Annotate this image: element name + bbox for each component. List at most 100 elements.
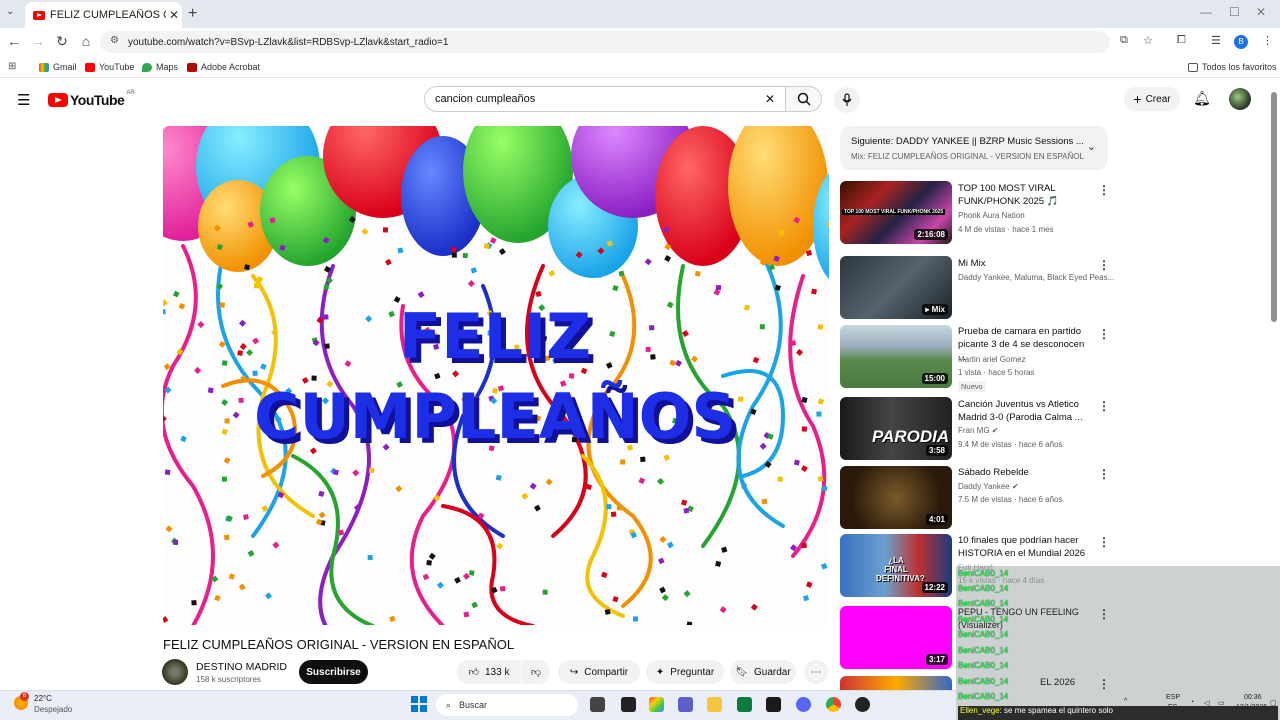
voice-search-button[interactable]: [834, 87, 860, 113]
language-indicator[interactable]: ESP: [1166, 694, 1180, 701]
video-player[interactable]: FELIZ FELIZ CUMPLEAÑOS CUMPLEAÑOS: [163, 126, 829, 625]
chevron-up-icon[interactable]: ^: [1124, 698, 1127, 705]
chrome-menu-icon[interactable]: ⋮: [1262, 34, 1273, 47]
discord-icon[interactable]: [796, 697, 811, 712]
tab-search-icon[interactable]: ⌄: [6, 6, 14, 17]
search-button[interactable]: [786, 86, 822, 112]
ask-button[interactable]: ✦ Preguntar: [646, 660, 724, 684]
widgets-icon[interactable]: [621, 697, 636, 712]
bookmark-star-icon[interactable]: ☆: [1143, 34, 1153, 47]
reload-icon[interactable]: ↻: [54, 33, 70, 50]
windows-start-icon[interactable]: [411, 696, 427, 712]
save-button[interactable]: 🔖︎ Guardar: [730, 660, 796, 684]
close-tab-icon[interactable]: ✕: [166, 8, 182, 22]
notifications-bell-icon[interactable]: 🔔︎: [1193, 90, 1211, 107]
video-thumbnail[interactable]: ▸ Mix: [840, 256, 952, 319]
video-item-title[interactable]: Sábado Rebelde: [958, 466, 1092, 479]
video-item-title[interactable]: Canción Juventus vs Atletico Madrid 3-0 …: [958, 398, 1092, 424]
maximize-icon[interactable]: ☐: [1229, 5, 1240, 19]
account-avatar[interactable]: [1229, 88, 1251, 110]
search-input[interactable]: cancion cumpleaños ✕: [424, 86, 786, 112]
browser-tab[interactable]: FELIZ CUMPLEAÑOS ORIGINAL ✕: [25, 2, 182, 28]
create-button[interactable]: + Crear: [1124, 87, 1180, 111]
bookmark-youtube[interactable]: YouTube: [85, 62, 134, 72]
video-thumbnail[interactable]: PARODIA 3:58: [840, 397, 952, 460]
video-item-channel[interactable]: Phonk Aura Nation: [958, 211, 1025, 220]
hamburger-menu-icon[interactable]: ☰: [17, 91, 30, 109]
video-item-channel[interactable]: Martin ariel Gomez: [958, 355, 1026, 364]
bookmark-acrobat[interactable]: Adobe Acrobat: [187, 62, 260, 72]
youtube-logo[interactable]: YouTube AR: [48, 90, 135, 108]
file-explorer-icon[interactable]: [707, 697, 722, 712]
search-value: cancion cumpleaños: [435, 93, 536, 105]
teams-icon[interactable]: [678, 697, 693, 712]
task-view-icon[interactable]: [590, 697, 605, 712]
copilot-icon[interactable]: [649, 697, 664, 712]
taskbar-search[interactable]: ⌕ Buscar: [436, 694, 578, 716]
all-favorites[interactable]: Todos los favoritos: [1188, 62, 1277, 72]
subscribe-button[interactable]: Suscribirse: [299, 660, 368, 684]
profile-avatar[interactable]: B: [1234, 35, 1248, 49]
up-next-mix: Mix: FELIZ CUMPLEAÑOS ORIGINAL - VERSION…: [851, 152, 1084, 161]
more-vertical-icon[interactable]: ⋮: [1098, 183, 1110, 197]
bookmark-label: Gmail: [53, 62, 77, 72]
obs-icon[interactable]: [855, 697, 870, 712]
video-item-channel[interactable]: Fran MG ✔: [958, 426, 999, 435]
video-thumbnail[interactable]: ¿LA FINAL DEFINITIVA? 12:22: [840, 534, 952, 597]
address-bar[interactable]: ⚙ youtube.com/watch?v=BSvp-LZlavk&list=R…: [100, 31, 1153, 53]
tab-title: FELIZ CUMPLEAÑOS ORIGINAL: [50, 9, 166, 21]
more-vertical-icon[interactable]: ⋮: [1098, 467, 1110, 481]
more-vertical-icon[interactable]: ⋮: [1098, 535, 1110, 549]
chevron-down-icon[interactable]: ⌄: [1087, 140, 1096, 153]
video-thumbnail[interactable]: TOP 100 MOST VIRAL FUNK/PHONK 2025 2:16:…: [840, 181, 952, 244]
all-favorites-label: Todos los favoritos: [1202, 62, 1277, 72]
install-icon[interactable]: ⧉: [1120, 34, 1128, 47]
more-vertical-icon[interactable]: ⋮: [1098, 258, 1110, 272]
bookmarks-bar: ⊞ Gmail YouTube Maps Adobe Acrobat Todos…: [0, 56, 1280, 78]
video-thumbnail[interactable]: 3:17: [840, 606, 952, 669]
chrome-icon[interactable]: [826, 697, 841, 712]
clock-time[interactable]: 00:36: [1244, 694, 1262, 701]
video-thumbnail[interactable]: 15:00: [840, 325, 952, 388]
video-item-title[interactable]: Mi Mix: [958, 257, 1092, 270]
like-button[interactable]: 👍︎ 133 k: [457, 660, 521, 684]
battery-icon[interactable]: ▭: [1218, 699, 1225, 707]
back-icon[interactable]: ←: [6, 33, 22, 49]
channel-name[interactable]: DESTINO MADRID: [196, 661, 287, 673]
store-icon[interactable]: [766, 697, 781, 712]
close-window-icon[interactable]: ✕: [1256, 5, 1266, 19]
channel-avatar[interactable]: [162, 659, 188, 685]
bookmark-label: YouTube: [99, 62, 135, 72]
minimize-icon[interactable]: —: [1200, 5, 1212, 19]
chat-line: BeniCAB0_14: [958, 661, 1008, 670]
gmail-icon: [39, 62, 49, 72]
edge-icon[interactable]: [737, 697, 752, 712]
more-vertical-icon[interactable]: ⋮: [1098, 399, 1110, 413]
video-thumbnail[interactable]: 4:01: [840, 466, 952, 529]
new-tab-icon[interactable]: +: [188, 5, 197, 23]
bookmark-gmail[interactable]: Gmail: [39, 62, 77, 72]
volume-icon[interactable]: ◁: [1204, 699, 1209, 707]
home-icon[interactable]: ⌂: [78, 33, 94, 49]
reading-list-icon[interactable]: ☰: [1211, 34, 1221, 47]
duration-badge: 3:58: [925, 445, 948, 456]
video-item-title[interactable]: 10 finales que podrían hacer HISTORIA en…: [958, 534, 1092, 560]
site-info-icon[interactable]: ⚙: [110, 35, 119, 46]
more-vertical-icon[interactable]: ⋮: [1098, 327, 1110, 341]
share-button[interactable]: ↪ Compartir: [558, 660, 640, 684]
bookmark-maps[interactable]: Maps: [142, 62, 178, 72]
video-item-channel[interactable]: Daddy Yankee ✔: [958, 482, 1019, 491]
up-next-panel[interactable]: Siguiente: DADDY YANKEE || BZRP Music Se…: [840, 126, 1108, 170]
clear-search-icon[interactable]: ✕: [765, 92, 775, 106]
apps-grid-icon[interactable]: ⊞: [8, 61, 16, 72]
notifications-icon[interactable]: ▢: [1270, 699, 1277, 707]
video-item-title[interactable]: TOP 100 MOST VIRAL FUNK/PHONK 2025 🎵: [958, 182, 1092, 208]
page-scrollbar[interactable]: [1271, 92, 1277, 322]
more-actions-button[interactable]: ⋯: [804, 660, 828, 684]
extensions-icon[interactable]: ⧠: [1177, 34, 1186, 47]
wifi-icon[interactable]: ◔: [1190, 699, 1194, 706]
search-icon: [797, 92, 811, 106]
forward-icon[interactable]: →: [30, 33, 46, 49]
video-thumbnail[interactable]: [840, 676, 952, 690]
dislike-button[interactable]: 👎︎: [522, 660, 550, 684]
